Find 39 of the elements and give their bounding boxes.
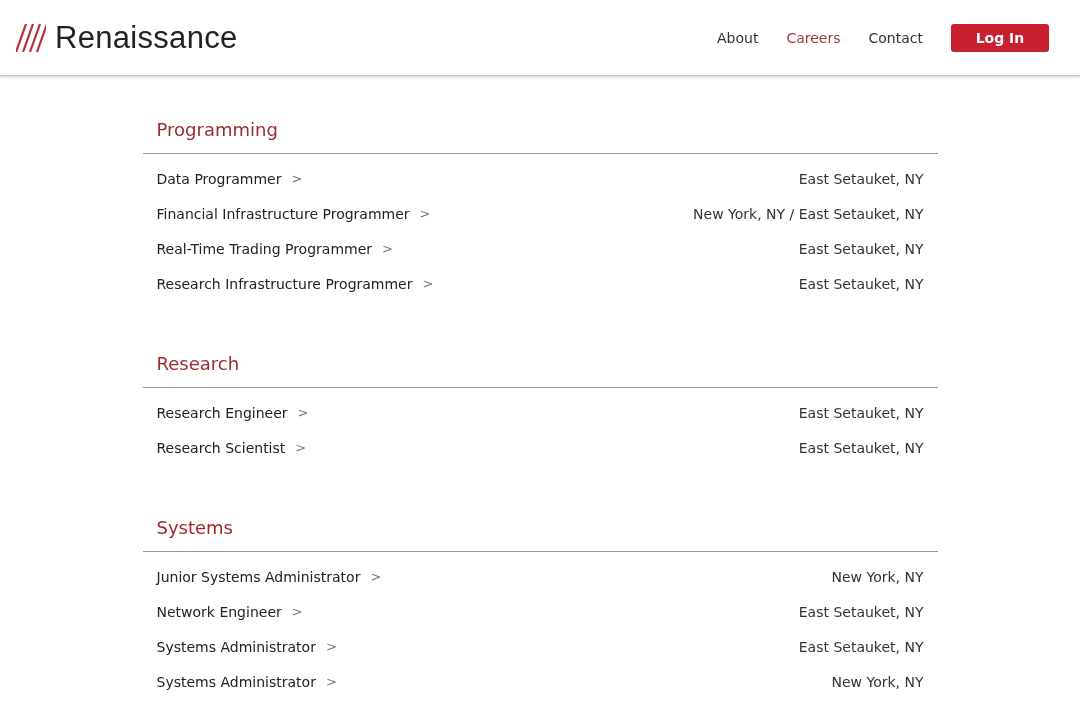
job-link[interactable]: Data Programmer	[156, 170, 282, 187]
job-location: East Setauket, NY	[798, 404, 924, 421]
chevron-text: >	[422, 276, 434, 291]
chevron-text: >	[297, 405, 309, 420]
job-location: East Setauket, NY	[798, 603, 924, 620]
chevron-text: >	[291, 604, 303, 619]
section-heading: Programming	[142, 111, 938, 154]
chevron-text: >	[295, 440, 307, 455]
logo-text[interactable]: Renaissance	[55, 19, 238, 56]
section-heading: Research	[142, 345, 938, 388]
job-location: East Setauket, NY	[798, 170, 924, 187]
login-button[interactable]: Log In	[951, 23, 1049, 52]
job-location: East Setauket, NY	[798, 275, 924, 292]
job-link[interactable]: Junior Systems Administrator	[156, 568, 361, 585]
job-location: East Setauket, NY	[798, 638, 924, 655]
nav-link[interactable]: Careers	[786, 29, 841, 46]
chevron-text: >	[382, 241, 393, 256]
chevron-text: >	[291, 171, 303, 186]
chevron-text: >	[419, 206, 431, 221]
job-link[interactable]: Research Scientist	[156, 439, 286, 456]
job-location: New York, NY	[831, 673, 924, 690]
chevron-text: >	[325, 639, 337, 654]
job-location: East Setauket, NY	[798, 439, 924, 456]
chevron-text: >	[370, 569, 382, 584]
job-link[interactable]: Network Engineer	[156, 603, 282, 620]
job-link[interactable]: Systems Administrator	[156, 673, 316, 690]
job-location: East Setauket, NY	[798, 240, 924, 257]
section-heading: Systems	[142, 509, 938, 552]
job-link[interactable]: Systems Administrator	[156, 638, 316, 655]
job-link[interactable]: Financial Infrastructure Programmer	[156, 205, 410, 222]
logo-icon	[16, 23, 46, 52]
chevron-text: >	[325, 674, 337, 689]
job-link[interactable]: Research Engineer	[156, 404, 288, 421]
nav-link[interactable]: Contact	[868, 29, 923, 46]
nav-link[interactable]: About	[717, 29, 759, 46]
job-link[interactable]: Research Infrastructure Programmer	[156, 275, 413, 292]
job-link[interactable]: Real-Time Trading Programmer	[156, 240, 373, 257]
job-location: New York, NY	[831, 568, 924, 585]
job-location: New York, NY / East Setauket, NY	[693, 205, 924, 222]
